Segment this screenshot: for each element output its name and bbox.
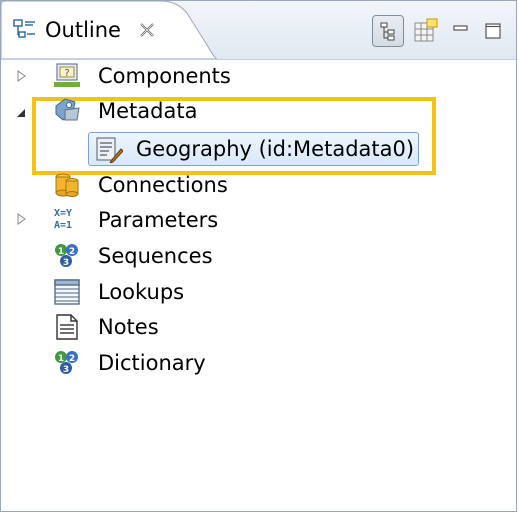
svg-text:?: ? xyxy=(64,68,69,79)
svg-text:3: 3 xyxy=(63,365,69,375)
svg-text:1: 1 xyxy=(58,354,64,364)
svg-text:X=Y: X=Y xyxy=(54,208,72,219)
minimize-icon xyxy=(453,25,468,31)
tree-item-label: Sequences xyxy=(98,244,213,268)
expand-arrow-icon[interactable] xyxy=(15,213,27,225)
connections-icon xyxy=(55,173,79,197)
tree-item-label: Components xyxy=(98,64,231,88)
minimize-button[interactable] xyxy=(448,15,474,47)
tree-item-label: Geography (id:Metadata0) xyxy=(136,137,415,161)
close-icon[interactable] xyxy=(137,20,157,40)
hierarchy-toggle-icon xyxy=(380,22,395,41)
view-toolbar xyxy=(372,13,506,49)
table-view-button[interactable] xyxy=(410,15,442,47)
components-icon: ? xyxy=(54,63,80,87)
lookups-icon xyxy=(54,279,80,305)
svg-text:1: 1 xyxy=(58,247,64,257)
svg-text:2: 2 xyxy=(69,354,75,364)
outline-view: Outline ? Components Metadata Geography … xyxy=(0,0,517,512)
tree-item-label: Lookups xyxy=(98,280,185,304)
maximize-button[interactable] xyxy=(480,15,506,47)
outline-icon xyxy=(13,18,37,42)
tree-item-label: Parameters xyxy=(98,208,219,232)
svg-text:2: 2 xyxy=(69,247,75,257)
svg-text:A=1: A=1 xyxy=(54,220,72,231)
expand-arrow-icon[interactable] xyxy=(15,70,27,82)
metadata-record-icon xyxy=(96,137,123,163)
tab-title: Outline xyxy=(45,18,121,42)
tree-item-label: Dictionary xyxy=(98,351,206,375)
tree-item-label: Notes xyxy=(98,315,159,339)
hierarchy-toggle-button[interactable] xyxy=(372,15,404,47)
sequences-icon: 1 2 3 xyxy=(55,244,78,268)
notes-icon xyxy=(56,314,78,340)
svg-text:3: 3 xyxy=(63,258,69,268)
metadata-icon xyxy=(55,98,80,121)
parameters-icon: X=Y A=1 xyxy=(54,208,72,231)
table-view-icon xyxy=(414,18,438,42)
maximize-icon xyxy=(485,23,501,39)
outline-tab[interactable]: Outline xyxy=(1,1,217,59)
view-header: Outline xyxy=(1,1,516,60)
tree-item-label: Metadata xyxy=(98,99,198,123)
dictionary-icon: 1 2 3 xyxy=(55,351,78,375)
collapse-arrow-icon[interactable] xyxy=(15,107,27,119)
tree-item-label: Connections xyxy=(98,173,228,197)
